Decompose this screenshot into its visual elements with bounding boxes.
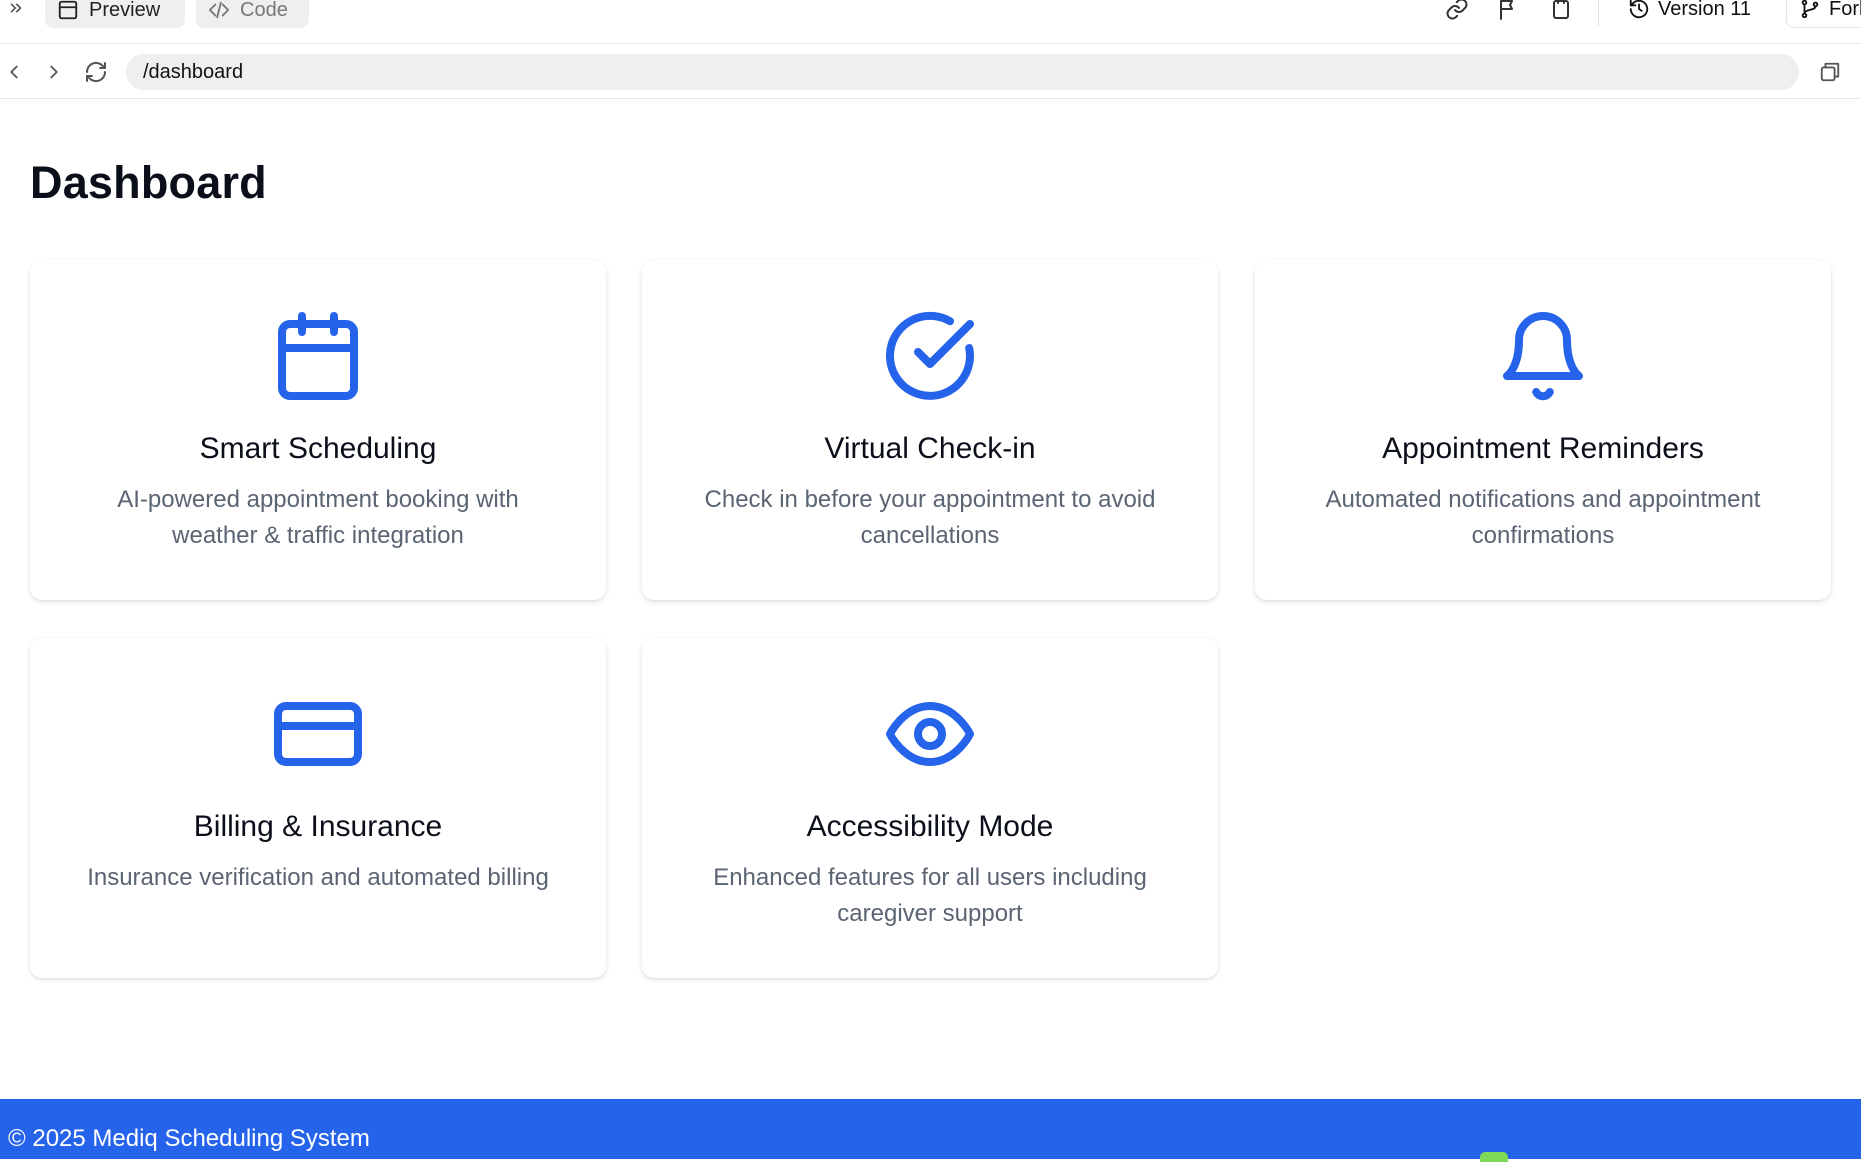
- open-in-new-window-icon[interactable]: [1816, 58, 1844, 86]
- eye-icon: [642, 686, 1218, 782]
- tab-preview-label: Preview: [89, 0, 161, 21]
- bell-icon: [1255, 308, 1831, 404]
- feature-card-virtual-check-in[interactable]: Virtual Check-in Check in before your ap…: [642, 260, 1218, 600]
- card-description: AI-powered appointment booking with weat…: [117, 486, 519, 549]
- card-title: Appointment Reminders: [1382, 432, 1704, 465]
- version-label: Version 11: [1658, 0, 1752, 20]
- card-description: Enhanced features for all users includin…: [713, 864, 1147, 927]
- tab-preview[interactable]: Preview: [45, 0, 185, 28]
- url-input[interactable]: [126, 54, 1799, 90]
- tab-code-label: Code: [240, 0, 288, 21]
- page-title: Dashboard: [30, 157, 267, 208]
- top-toolbar: Preview Code Version 11 Fork: [0, 0, 1861, 44]
- history-icon: [1629, 0, 1649, 19]
- reload-icon[interactable]: [82, 58, 110, 86]
- check-circle-icon: [642, 308, 1218, 404]
- credit-card-icon: [30, 686, 606, 782]
- footer: © 2025 Mediq Scheduling System: [0, 1099, 1861, 1159]
- feature-card-appointment-reminders[interactable]: Appointment Reminders Automated notifica…: [1255, 260, 1831, 600]
- toolbar-divider: [1598, 0, 1599, 26]
- card-description: Automated notifications and appointment …: [1325, 486, 1761, 549]
- expand-sidebar-icon[interactable]: [4, 0, 28, 20]
- git-branch-icon: [1801, 0, 1819, 19]
- browser-navbar: [0, 44, 1861, 99]
- status-indicator: [1480, 1152, 1508, 1162]
- footer-copyright: © 2025 Mediq Scheduling System: [8, 1125, 370, 1152]
- code-icon: [208, 1, 230, 19]
- clipboard-icon[interactable]: [1546, 0, 1576, 24]
- forward-icon[interactable]: [40, 58, 68, 86]
- version-button[interactable]: Version 11: [1628, 0, 1751, 26]
- card-title: Accessibility Mode: [806, 810, 1054, 843]
- card-description: Check in before your appointment to avoi…: [704, 486, 1156, 549]
- preview-icon: [58, 0, 78, 20]
- feature-card-billing-insurance[interactable]: Billing & Insurance Insurance verificati…: [30, 638, 606, 978]
- card-description: Insurance verification and automated bil…: [87, 864, 549, 891]
- fork-button[interactable]: Fork: [1786, 0, 1861, 28]
- feature-card-smart-scheduling[interactable]: Smart Scheduling AI-powered appointment …: [30, 260, 606, 600]
- feature-card-accessibility-mode[interactable]: Accessibility Mode Enhanced features for…: [642, 638, 1218, 978]
- tab-code[interactable]: Code: [196, 0, 309, 28]
- card-title: Billing & Insurance: [193, 810, 443, 843]
- calendar-icon: [30, 308, 606, 404]
- card-title: Virtual Check-in: [824, 432, 1036, 465]
- back-icon[interactable]: [0, 58, 28, 86]
- card-title: Smart Scheduling: [199, 432, 437, 465]
- link-icon[interactable]: [1442, 0, 1472, 24]
- fork-label: Fork: [1829, 0, 1861, 20]
- flag-icon[interactable]: [1494, 0, 1524, 24]
